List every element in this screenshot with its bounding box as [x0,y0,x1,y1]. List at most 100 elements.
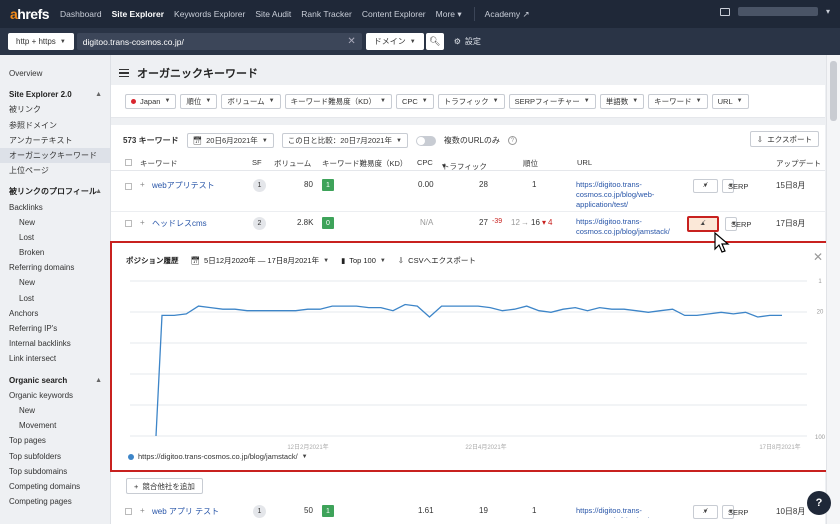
account-menu[interactable] [737,7,818,16]
row-checkbox[interactable] [125,220,132,227]
scrollbar-thumb[interactable] [830,61,837,121]
url-link[interactable]: https://digitoo.trans-cosmos.co.jp/blog/… [576,506,688,518]
add-icon[interactable]: + [140,218,145,227]
nav-site-explorer[interactable]: Site Explorer [112,9,164,19]
filter-word-count[interactable]: 単語数 ▼ [599,93,645,109]
col-volume[interactable]: ボリューム [274,158,311,169]
filter-cpc[interactable]: CPC ▼ [395,93,434,109]
csv-export-button[interactable]: ⇩ CSVへエクスポート [398,255,476,266]
sidebar-item-overview[interactable]: Overview [0,66,110,81]
sidebar-item-competing-pages[interactable]: Competing pages [0,494,110,509]
row-checkbox[interactable] [125,508,132,515]
date-range-picker[interactable]: 📅︎ 5日12月2020年 — 17日8月2021年 ▼ [191,255,330,266]
sidebar-item-organic-new[interactable]: New [0,403,110,418]
position-history-button[interactable]: ⟋ ▼ [693,505,718,519]
nav-content-explorer[interactable]: Content Explorer [362,9,426,19]
sidebar-item-backlinks-lost[interactable]: Lost [0,230,110,245]
add-competitor-button[interactable]: + 競合他社を追加 [126,478,203,494]
sf-badge[interactable]: 1 [253,179,266,192]
col-keyword[interactable]: キーワード [140,158,178,169]
sidebar-section-organic-search[interactable]: Organic search ▲ [0,373,110,388]
sidebar-item-competing-domains[interactable]: Competing domains [0,479,110,494]
nav-rank-tracker[interactable]: Rank Tracker [301,9,352,19]
serp-button[interactable]: SERP ▼ [722,505,748,519]
select-all-checkbox[interactable] [125,159,132,166]
clear-icon[interactable]: ✕ [347,36,355,47]
add-icon[interactable]: + [140,506,145,515]
col-cpc[interactable]: CPC [417,158,433,167]
sidebar-item-refdomains-jp[interactable]: 参照ドメイン [0,118,110,133]
keyword-link[interactable]: web アプリ テスト [152,506,219,517]
position-history-button[interactable]: ⟋ ▼ [693,179,718,193]
sidebar-item-organic-keywords[interactable]: Organic keywords [0,388,110,403]
help-icon[interactable]: ? [507,136,517,145]
keyword-link[interactable]: webアプリテスト [152,180,215,191]
sidebar-item-anchors[interactable]: Anchors [0,306,110,321]
sidebar-item-refdomains-new[interactable]: New [0,275,110,290]
date-picker[interactable]: 📅︎ 20日6月2021年 ▼ [186,133,274,148]
sidebar-item-backlinks-broken[interactable]: Broken [0,245,110,260]
filter-volume[interactable]: ボリューム ▼ [221,93,281,109]
sidebar-item-top-pages-jp[interactable]: 上位ページ [0,163,110,178]
col-kd[interactable]: キーワード難易度（KD） [322,158,407,169]
filter-traffic[interactable]: トラフィック ▼ [437,93,505,109]
sf-badge[interactable]: 1 [253,505,266,518]
filter-url[interactable]: URL ▼ [711,93,749,109]
top-select[interactable]: ▮ Top 100 ▼ [341,256,386,265]
nav-more[interactable]: More ▾ [436,9,462,20]
nav-site-audit[interactable]: Site Audit [255,9,291,19]
ahrefs-logo[interactable]: ahrefs [10,6,60,22]
compare-date-picker[interactable]: この日と比較：20日7月2021年 ▼ [281,133,408,148]
monitor-icon[interactable] [719,7,730,16]
menu-icon[interactable] [119,69,129,77]
filter-kd[interactable]: キーワード難易度（KD） ▼ [284,93,392,109]
sidebar-item-referring-ips[interactable]: Referring IP's [0,321,110,336]
sidebar-item-link-intersect[interactable]: Link intersect [0,351,110,366]
filter-keyword[interactable]: キーワード ▼ [648,93,708,109]
col-url[interactable]: URL [577,158,592,167]
sidebar-section-site-explorer[interactable]: Site Explorer 2.0 ▲ [0,87,110,102]
page-scrollbar[interactable] [826,55,840,524]
close-icon[interactable]: ✕ [813,250,823,264]
sidebar-item-top-pages[interactable]: Top pages [0,433,110,448]
sidebar-section-backlink-profile[interactable]: 被リンクのプロフィール ▲ [0,184,110,199]
position-history-button-active[interactable]: ⟋ ▲ [687,216,719,232]
sidebar-item-organic-movement[interactable]: Movement [0,418,110,433]
nav-dashboard[interactable]: Dashboard [60,9,102,19]
sidebar-item-organic-keywords-jp[interactable]: オーガニックキーワード [0,147,110,164]
keyword-link[interactable]: ヘッドレスcms [152,218,207,229]
sidebar-item-top-subdomains[interactable]: Top subdomains [0,464,110,479]
nav-keywords-explorer[interactable]: Keywords Explorer [174,9,245,19]
filter-country[interactable]: Japan ▼ [125,93,177,109]
mode-select[interactable]: ドメイン ▼ [365,33,424,50]
help-button[interactable]: ? [807,491,831,515]
export-button[interactable]: ⇩ エクスポート [749,131,819,147]
chart-legend[interactable]: https://digitoo.trans-cosmos.co.jp/blog/… [128,452,308,461]
serp-button[interactable]: SERP ▼ [725,217,751,231]
sidebar-item-top-subfolders[interactable]: Top subfolders [0,449,110,464]
sidebar-item-backlinks[interactable]: Backlinks [0,200,110,215]
sidebar-item-internal-backlinks[interactable]: Internal backlinks [0,336,110,351]
filter-position[interactable]: 順位 ▼ [180,93,218,109]
settings-button[interactable]: ⚙ 設定 [454,36,481,47]
target-url-input[interactable]: digitoo.trans-cosmos.co.jp/✕ [76,33,362,50]
col-sf[interactable]: SF [252,158,262,167]
row-checkbox[interactable] [125,183,132,190]
sidebar-item-backlinks-jp[interactable]: 被リンク [0,102,110,117]
multi-url-toggle[interactable] [415,135,436,146]
add-icon[interactable]: + [140,180,145,189]
sidebar-item-referring-domains[interactable]: Referring domains [0,260,110,275]
sidebar-item-anchors-jp[interactable]: アンカーテキスト [0,133,110,148]
search-button[interactable]: 🔍︎ [425,33,444,50]
nav-academy[interactable]: Academy ↗ [485,9,530,20]
serp-button[interactable]: SERP ▼ [722,179,748,193]
url-link[interactable]: https://digitoo.trans-cosmos.co.jp/blog/… [576,217,688,237]
sf-badge[interactable]: 2 [253,217,266,230]
col-update[interactable]: アップデート [776,158,821,169]
filter-serp-features[interactable]: SERPフィーチャー ▼ [508,93,596,109]
sidebar-item-refdomains-lost[interactable]: Lost [0,291,110,306]
protocol-select[interactable]: http + https ▼ [8,33,74,50]
sidebar-item-backlinks-new[interactable]: New [0,215,110,230]
col-position[interactable]: 順位 [523,158,538,169]
url-link[interactable]: https://digitoo.trans-cosmos.co.jp/blog/… [576,180,688,210]
